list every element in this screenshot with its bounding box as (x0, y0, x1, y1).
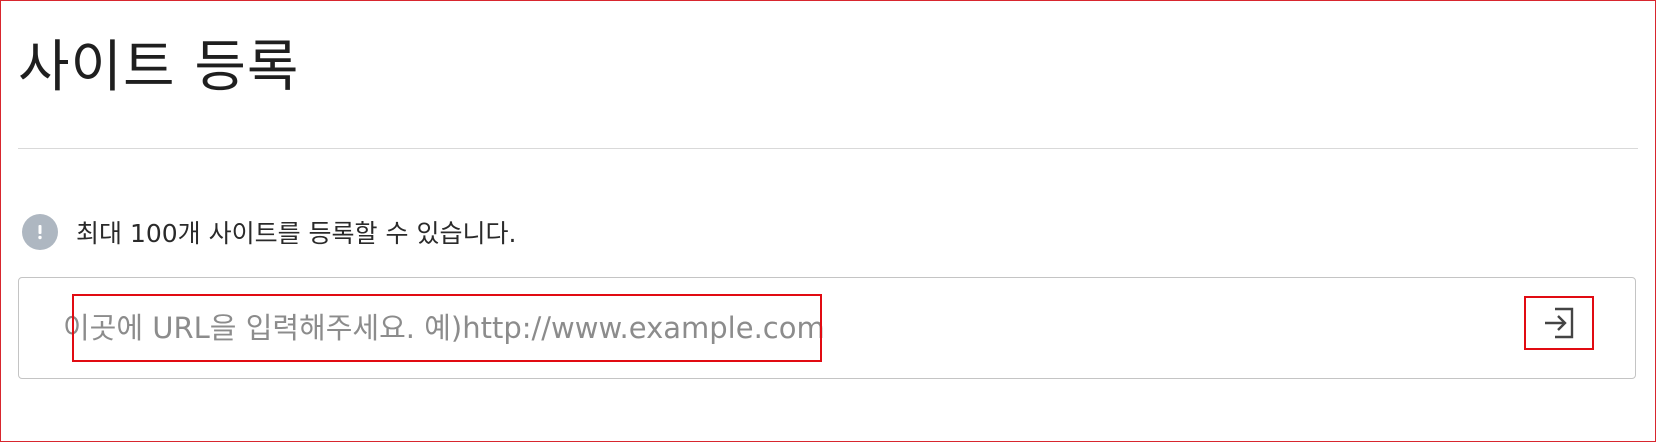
divider (18, 148, 1638, 149)
url-input[interactable] (63, 304, 1363, 352)
enter-arrow-icon (1545, 307, 1574, 339)
page-title: 사이트 등록 (18, 35, 300, 100)
url-input-box[interactable] (18, 277, 1636, 379)
exclamation-icon (22, 214, 58, 250)
notice-text: 최대 100개 사이트를 등록할 수 있습니다. (76, 219, 517, 248)
submit-button[interactable] (1524, 296, 1594, 350)
notice: 최대 100개 사이트를 등록할 수 있습니다. (22, 214, 516, 250)
